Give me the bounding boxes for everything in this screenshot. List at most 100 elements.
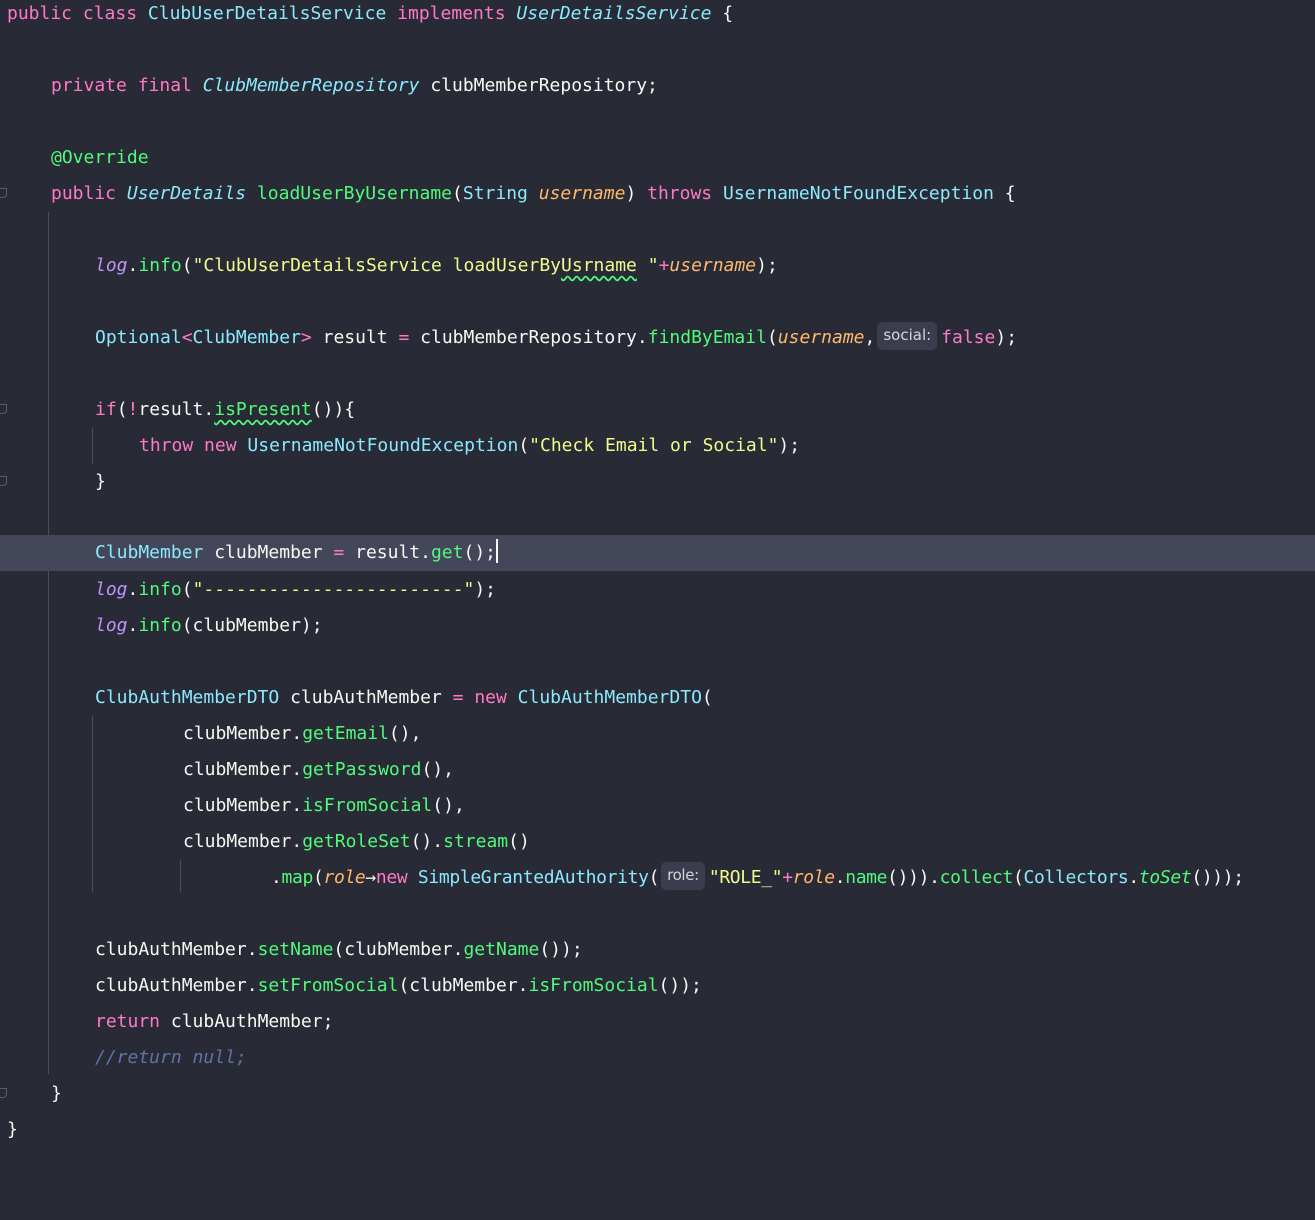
- code-line[interactable]: }: [0, 1112, 1315, 1148]
- token: new: [474, 687, 507, 708]
- token: log: [95, 255, 128, 276]
- token: ClubAuthMemberDTO: [95, 687, 280, 708]
- token: final: [137, 75, 192, 96]
- typo-warning[interactable]: Usrname: [561, 255, 637, 276]
- code-line[interactable]: @Override: [0, 140, 1315, 176]
- code-editor[interactable]: public class ClubUserDetailsService impl…: [0, 0, 1315, 1201]
- token: loadUserByUsername: [256, 183, 453, 204]
- token: ClubMember: [192, 327, 301, 348]
- token: ): [625, 183, 648, 204]
- token: .: [127, 615, 139, 636]
- token: SimpleGrantedAuthority: [417, 867, 649, 888]
- code-line[interactable]: public UserDetails loadUserByUsername(St…: [0, 176, 1315, 212]
- code-line[interactable]: if(!result.isPresent()){: [0, 392, 1315, 428]
- token: UserDetailsService: [516, 3, 712, 24]
- token: (: [312, 867, 324, 888]
- token: public: [51, 183, 117, 204]
- code-line[interactable]: }: [0, 464, 1315, 500]
- code-line[interactable]: clubMember.getEmail(),: [0, 716, 1315, 752]
- token: .: [1128, 867, 1139, 888]
- code-line[interactable]: log.info("ClubUserDetailsService loadUse…: [0, 248, 1315, 284]
- token: ClubMember: [95, 542, 204, 563]
- token: role: [792, 867, 835, 888]
- token: (: [701, 687, 713, 708]
- code-line[interactable]: //return null;: [0, 1040, 1315, 1076]
- code-line[interactable]: return clubAuthMember;: [0, 1004, 1315, 1040]
- code-line[interactable]: .map(role→new SimpleGrantedAuthority(rol…: [0, 860, 1315, 896]
- token: ());: [658, 975, 702, 996]
- token: {: [711, 3, 734, 24]
- token: UsernameNotFoundException: [247, 435, 519, 456]
- token: setFromSocial: [257, 975, 399, 996]
- token: }: [7, 1119, 18, 1140]
- token: private: [51, 75, 127, 96]
- comment-token: //return null;: [95, 1047, 247, 1068]
- code-line[interactable]: log.info(clubMember);: [0, 608, 1315, 644]
- code-line[interactable]: ClubAuthMemberDTO clubAuthMember = new C…: [0, 680, 1315, 716]
- token: );: [474, 579, 497, 600]
- token: ClubAuthMemberDTO: [517, 687, 702, 708]
- code-line[interactable]: private final ClubMemberRepository clubM…: [0, 68, 1315, 104]
- token: class: [82, 3, 138, 24]
- token: clubAuthMember.: [95, 975, 258, 996]
- token: info: [138, 255, 182, 276]
- token: result.: [138, 399, 215, 420]
- code-line[interactable]: throw new UsernameNotFoundException("Che…: [0, 428, 1315, 464]
- annotation-token: @Override: [51, 147, 149, 168]
- token: ());: [539, 939, 583, 960]
- token: (: [1013, 867, 1024, 888]
- token: ().: [410, 831, 444, 852]
- token: findByEmail: [647, 327, 767, 348]
- token: "------------------------": [192, 579, 475, 600]
- code-line[interactable]: clubMember.getPassword(),: [0, 752, 1315, 788]
- parameter-hint: social:: [877, 322, 938, 350]
- code-line[interactable]: clubMember.getRoleSet().stream(): [0, 824, 1315, 860]
- token: .: [127, 579, 139, 600]
- token: {: [993, 183, 1016, 204]
- code-line[interactable]: clubAuthMember.setFromSocial(clubMember.…: [0, 968, 1315, 1004]
- token: "ROLE_": [708, 867, 783, 888]
- token: );: [778, 435, 801, 456]
- code-line[interactable]: clubMember.isFromSocial(),: [0, 788, 1315, 824]
- token: →: [365, 867, 376, 888]
- token: (: [452, 183, 463, 204]
- token: (: [181, 579, 193, 600]
- code-line[interactable]: log.info("------------------------");: [0, 572, 1315, 608]
- token: .: [271, 867, 282, 888]
- token: (),: [388, 723, 422, 744]
- token: collect: [939, 867, 1014, 888]
- token: (: [116, 399, 128, 420]
- code-line[interactable]: }: [0, 1076, 1315, 1112]
- token: (): [508, 831, 530, 852]
- token: new: [204, 435, 237, 456]
- token: }: [95, 471, 106, 492]
- token: );: [756, 255, 778, 276]
- token: clubAuthMember: [279, 687, 453, 708]
- token: );: [995, 327, 1018, 348]
- code-line[interactable]: clubAuthMember.setName(clubMember.getNam…: [0, 932, 1315, 968]
- token: throw: [139, 435, 194, 456]
- current-code-line[interactable]: ClubMember clubMember = result.get();: [0, 535, 1315, 571]
- token: username: [777, 327, 865, 348]
- token: getPassword: [302, 759, 422, 780]
- token: clubMemberRepository;: [419, 75, 658, 96]
- token: .: [834, 867, 846, 888]
- code-line[interactable]: Optional<ClubMember> result = clubMember…: [0, 320, 1315, 356]
- token: name: [845, 867, 888, 888]
- token: log: [95, 615, 128, 636]
- token: (: [648, 867, 660, 888]
- token: implements: [397, 3, 506, 24]
- code-line[interactable]: public class ClubUserDetailsService impl…: [0, 0, 1315, 32]
- token: ClubMemberRepository: [202, 75, 420, 96]
- inspection-warning[interactable]: isPresent: [214, 399, 312, 420]
- token: ,: [864, 327, 876, 348]
- token: getRoleSet: [302, 831, 411, 852]
